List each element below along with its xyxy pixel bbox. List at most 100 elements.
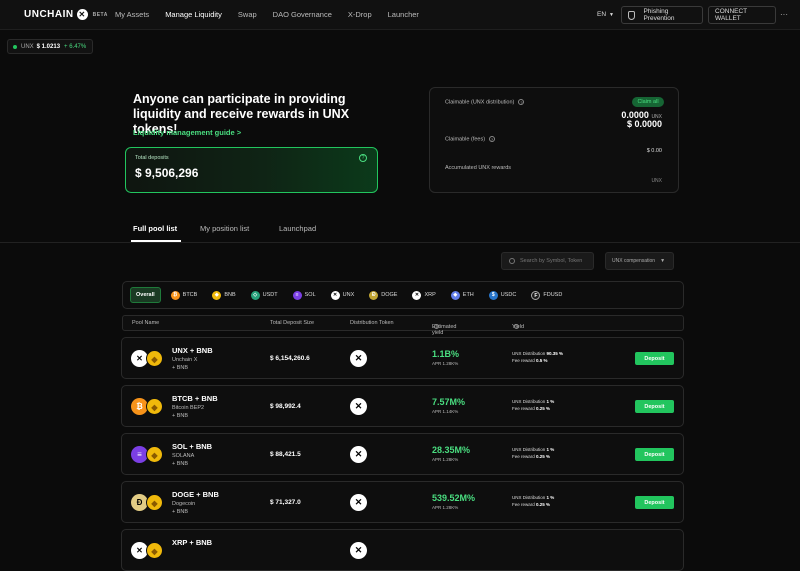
shield-icon: [628, 10, 636, 20]
claimable-unx-label: Claimable (UNX distribution)?: [445, 99, 525, 106]
bnb-icon: ◆: [146, 398, 163, 415]
unx-distribution-icon: ✕: [350, 398, 367, 415]
filter-btcb[interactable]: ₿ BTCB: [166, 287, 203, 303]
status-dot-icon: [13, 44, 17, 49]
nav-links: My Assets Manage Liquidity Swap DAO Gove…: [115, 10, 435, 19]
unx-icon: ✕: [330, 290, 340, 300]
pool-pair-icons: ≡ ◆: [131, 446, 165, 464]
pool-pair-icons: ₿ ◆: [131, 398, 165, 416]
pool-subtitle: SOLANA + BNB: [172, 453, 195, 467]
info-icon[interactable]: ?: [489, 136, 496, 142]
tab-launchpad[interactable]: Launchpad: [279, 224, 316, 233]
pool-deposit-size: $ 98,992.4: [270, 403, 301, 410]
deposit-button[interactable]: Deposit: [635, 352, 674, 365]
search-input[interactable]: [520, 258, 592, 264]
pool-estimated-yield: 539.52M%: [432, 493, 476, 503]
claim-card: Claimable (UNX distribution)? Claim all …: [429, 87, 679, 193]
unx-distribution-icon: ✕: [350, 446, 367, 463]
nav-link-launcher[interactable]: Launcher: [388, 10, 419, 19]
pool-estimated-yield: 1.1B%: [432, 349, 460, 359]
pool-yield-info: UNX Distribution 1 % Fee reward 0.25 %: [512, 399, 555, 411]
pool-yield-info: UNX Distribution 90.35 % Fee reward 0.5 %: [512, 351, 564, 363]
pool-estimated-yield: 28.35M%: [432, 445, 471, 455]
pool-tabs: Full pool list My position list Launchpa…: [0, 218, 800, 243]
pool-row[interactable]: ✕ ◆ XRP + BNB ✕: [121, 529, 684, 571]
pool-apr: APR 1.28K%: [432, 505, 459, 510]
pool-row[interactable]: Ð ◆ DOGE + BNB Dogecoin + BNB $ 71,327.0 ✕ 539.…: [121, 481, 684, 523]
search-icon: [509, 258, 515, 264]
pool-apr: APR 1.28K%: [432, 361, 459, 366]
pool-subtitle: Dogecoin + BNB: [172, 501, 196, 515]
deposit-button[interactable]: Deposit: [635, 496, 674, 509]
btcb-icon: ₿: [170, 290, 180, 300]
pool-deposit-size: $ 6,154,260.6: [270, 355, 310, 362]
claimable-fees-value: $ 0.00: [646, 148, 662, 154]
info-icon[interactable]: [514, 324, 519, 329]
pool-estimated-yield: 7.57M%: [432, 397, 466, 407]
more-menu-icon[interactable]: ···: [780, 10, 788, 19]
eth-icon: ◆: [450, 290, 460, 300]
filter-xrp[interactable]: ✕ XRP: [407, 287, 440, 303]
pool-name: UNX + BNB: [172, 346, 213, 355]
filter-fdusd[interactable]: F FDUSD: [526, 287, 567, 303]
phishing-prevention-button[interactable]: Phishing Prevention: [621, 6, 703, 24]
brand-logo[interactable]: UNCHAIN ✕ BETA: [24, 9, 108, 20]
header-total-deposit: Total Deposit Size: [270, 320, 315, 326]
unchain-x-icon: ✕: [76, 9, 88, 20]
pool-subtitle: Unchain X + BNB: [172, 357, 198, 371]
pool-deposit-size: $ 88,421.5: [270, 451, 301, 458]
filter-bnb[interactable]: ◆ BNB: [207, 287, 240, 303]
filter-eth[interactable]: ◆ ETH: [446, 287, 479, 303]
nav-link-swap[interactable]: Swap: [238, 10, 257, 19]
active-tab-indicator: [131, 240, 181, 242]
pool-table-header: Pool Name Total Deposit Size Distributio…: [122, 315, 684, 336]
tab-my-position-list[interactable]: My position list: [200, 224, 249, 233]
pool-name: DOGE + BNB: [172, 490, 219, 499]
pool-row[interactable]: ≡ ◆ SOL + BNB SOLANA + BNB $ 88,421.5 ✕ 28.35M%…: [121, 433, 684, 475]
info-icon[interactable]: ?: [518, 99, 525, 105]
chevron-down-icon: ▼: [609, 12, 614, 18]
liquidity-guide-link[interactable]: Liquidity management guide >: [133, 128, 241, 137]
nav-link-manage-liquidity[interactable]: Manage Liquidity: [165, 10, 222, 19]
filter-doge[interactable]: Ð DOGE: [364, 287, 402, 303]
pool-apr: APR 1.28K%: [432, 457, 459, 462]
connect-wallet-button[interactable]: CONNECT WALLET: [708, 6, 776, 24]
pool-row[interactable]: ₿ ◆ BTCB + BNB Bitcoin BEP2 + BNB $ 98,992.4 ✕…: [121, 385, 684, 427]
pool-pair-icons: ✕ ◆: [131, 350, 165, 368]
pool-name: SOL + BNB: [172, 442, 213, 451]
header-pool-name: Pool Name: [132, 320, 160, 326]
pool-deposit-size: $ 71,327.0: [270, 499, 301, 506]
sol-icon: ≡: [292, 290, 302, 300]
claimable-usd-amount: $ 0.0000: [626, 119, 662, 129]
filter-usdt[interactable]: ◇ USDT: [246, 287, 283, 303]
unx-distribution-icon: ✕: [350, 350, 367, 367]
nav-link-x-drop[interactable]: X-Drop: [348, 10, 372, 19]
chevron-down-icon: ▼: [660, 258, 666, 264]
filter-unx[interactable]: ✕ UNX: [326, 287, 360, 303]
claimable-fees-label: Claimable (fees)?: [445, 136, 496, 143]
usdt-icon: ◇: [250, 290, 260, 300]
pool-pair-icons: ✕ ◆: [131, 542, 165, 560]
unx-distribution-icon: ✕: [350, 494, 367, 511]
deposit-button[interactable]: Deposit: [635, 400, 674, 413]
nav-link-my-assets[interactable]: My Assets: [115, 10, 149, 19]
sort-select[interactable]: UNX compensation ▼: [605, 252, 674, 270]
nav-link-dao-governance[interactable]: DAO Governance: [273, 10, 332, 19]
top-nav: UNCHAIN ✕ BETA My Assets Manage Liquidit…: [0, 0, 800, 30]
bnb-icon: ◆: [146, 542, 163, 559]
tab-full-pool-list[interactable]: Full pool list: [133, 224, 177, 233]
pool-row[interactable]: ✕ ◆ UNX + BNB Unchain X + BNB $ 6,154,260.6 ✕ 1…: [121, 337, 684, 379]
filter-overall[interactable]: Overall: [130, 287, 161, 303]
accumulated-rewards-label: Accumulated UNX rewards: [445, 165, 512, 171]
help-icon[interactable]: ?: [359, 154, 367, 162]
accumulated-rewards-unit: UNX: [651, 178, 662, 184]
language-selector[interactable]: EN ▼: [597, 11, 614, 18]
info-icon[interactable]: [434, 324, 439, 329]
deposit-button[interactable]: Deposit: [635, 448, 674, 461]
unx-distribution-icon: ✕: [350, 542, 367, 559]
claim-all-button[interactable]: Claim all: [632, 97, 664, 107]
xrp-icon: ✕: [412, 290, 422, 300]
bnb-icon: ◆: [146, 446, 163, 463]
filter-sol[interactable]: ≡ SOL: [288, 287, 321, 303]
filter-usdc[interactable]: $ USDC: [484, 287, 522, 303]
